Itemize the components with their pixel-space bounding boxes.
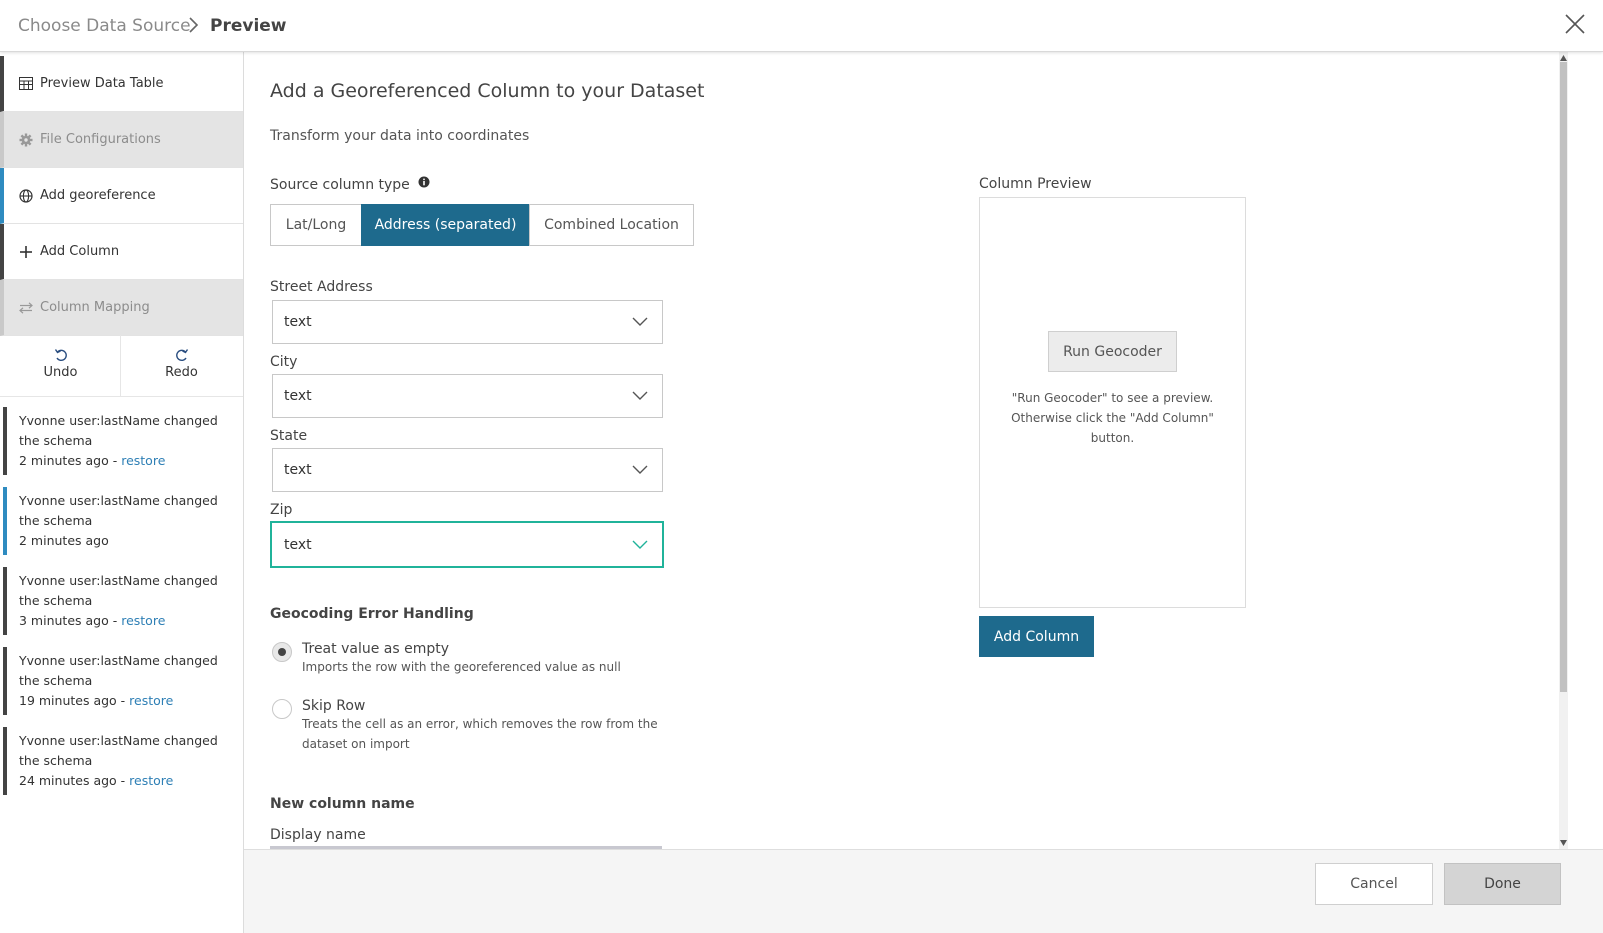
history-item: Yvonne user:lastName changed the schema … — [3, 647, 243, 715]
history-text: Yvonne user:lastName changed the schema — [19, 413, 218, 448]
radio-button[interactable] — [272, 699, 292, 719]
radio-label: Treat value as empty — [302, 641, 449, 657]
source-type-lat-long[interactable]: Lat/Long — [270, 204, 362, 246]
new-column-name-label: New column name — [270, 796, 415, 812]
close-icon[interactable] — [1563, 12, 1587, 36]
undo-icon — [53, 347, 69, 363]
redo-icon — [174, 347, 190, 363]
sidebar-item-column-mapping[interactable]: Column Mapping — [0, 280, 243, 336]
restore-link[interactable]: restore — [121, 453, 165, 468]
sidebar-item-label: Add georeference — [40, 188, 156, 203]
breadcrumb-separator — [188, 14, 200, 39]
source-type-address-separated[interactable]: Address (separated) — [361, 204, 530, 246]
select-value: text — [284, 536, 312, 553]
gear-icon — [18, 132, 34, 148]
history-text: Yvonne user:lastName changed the schema — [19, 493, 218, 528]
history-item: Yvonne user:lastName changed the schema … — [3, 487, 243, 555]
scrollbar-thumb[interactable] — [1560, 62, 1567, 692]
cancel-button[interactable]: Cancel — [1315, 863, 1433, 905]
modal-header: Choose Data Source Preview — [0, 0, 1603, 52]
chevron-down-icon — [632, 465, 648, 474]
history-item: Yvonne user:lastName changed the schema … — [3, 407, 243, 475]
history-time: 3 minutes ago — [19, 613, 109, 628]
source-type-combined-location[interactable]: Combined Location — [529, 204, 694, 246]
restore-link[interactable]: restore — [129, 773, 173, 788]
sidebar-item-preview-data-table[interactable]: Preview Data Table — [0, 56, 243, 112]
scrollbar[interactable] — [1559, 52, 1568, 849]
sidebar-item-label: File Configurations — [40, 132, 161, 147]
zip-select[interactable]: text — [270, 521, 664, 568]
source-column-type-label: Source column type — [270, 176, 430, 193]
breadcrumb-choose-data-source[interactable]: Choose Data Source — [18, 16, 191, 36]
change-history: Yvonne user:lastName changed the schema … — [0, 407, 243, 807]
radio-label: Skip Row — [302, 698, 366, 714]
done-button[interactable]: Done — [1444, 863, 1561, 905]
radio-skip-row[interactable]: Skip Row Treats the cell as an error, wh… — [272, 698, 662, 754]
swap-icon — [18, 300, 34, 316]
history-time: 2 minutes ago — [19, 453, 109, 468]
zip-label: Zip — [270, 502, 293, 518]
chevron-down-icon — [632, 317, 648, 326]
city-select[interactable]: text — [272, 374, 663, 418]
breadcrumb-preview: Preview — [210, 16, 287, 36]
source-type-selector: Lat/Long Address (separated) Combined Lo… — [270, 204, 694, 246]
column-preview-box: Run Geocoder "Run Geocoder" to see a pre… — [979, 197, 1246, 608]
scroll-up-arrow-icon[interactable] — [1560, 54, 1567, 62]
select-value: text — [284, 314, 312, 330]
sidebar-item-add-georeference[interactable]: Add georeference — [0, 168, 243, 224]
redo-button[interactable]: Redo — [121, 335, 242, 397]
globe-icon — [18, 188, 34, 204]
history-time: 19 minutes ago — [19, 693, 117, 708]
restore-link[interactable]: restore — [121, 613, 165, 628]
history-text: Yvonne user:lastName changed the schema — [19, 733, 218, 768]
add-column-button[interactable]: Add Column — [979, 616, 1094, 657]
display-name-label: Display name — [270, 827, 366, 843]
main-panel: Add a Georeferenced Column to your Datas… — [244, 52, 1559, 849]
info-icon[interactable] — [418, 176, 430, 192]
state-select[interactable]: text — [272, 448, 663, 492]
sidebar: Preview Data Table File Configurations A… — [0, 52, 244, 933]
history-text: Yvonne user:lastName changed the schema — [19, 573, 218, 608]
select-value: text — [284, 388, 312, 404]
sidebar-item-label: Preview Data Table — [40, 76, 164, 91]
undo-button[interactable]: Undo — [0, 335, 121, 397]
source-type-label-text: Source column type — [270, 177, 410, 193]
chevron-down-icon — [632, 540, 648, 549]
restore-link[interactable]: restore — [129, 693, 173, 708]
history-time: 24 minutes ago — [19, 773, 117, 788]
select-value: text — [284, 462, 312, 478]
column-preview-label: Column Preview — [979, 176, 1092, 192]
run-geocoder-button[interactable]: Run Geocoder — [1048, 331, 1177, 372]
history-item: Yvonne user:lastName changed the schema … — [3, 727, 243, 795]
table-icon — [18, 76, 34, 92]
page-title: Add a Georeferenced Column to your Datas… — [270, 80, 705, 102]
modal-footer: Cancel Done — [244, 849, 1603, 933]
redo-label: Redo — [165, 365, 198, 380]
state-label: State — [270, 428, 308, 444]
geocoder-help-text: "Run Geocoder" to see a preview. Otherwi… — [1011, 391, 1214, 445]
sidebar-item-add-column[interactable]: Add Column — [0, 224, 243, 280]
sidebar-item-label: Column Mapping — [40, 300, 150, 315]
city-label: City — [270, 354, 298, 370]
radio-help-text: Treats the cell as an error, which remov… — [302, 717, 658, 751]
history-time: 2 minutes ago — [19, 533, 109, 548]
scroll-down-arrow-icon[interactable] — [1560, 839, 1567, 847]
undo-redo-bar: Undo Redo — [0, 335, 243, 397]
street-address-label: Street Address — [270, 279, 373, 295]
street-address-select[interactable]: text — [272, 300, 663, 344]
sidebar-item-label: Add Column — [40, 244, 120, 259]
radio-treat-as-empty[interactable]: Treat value as empty Imports the row wit… — [272, 641, 662, 677]
chevron-down-icon — [632, 391, 648, 400]
history-text: Yvonne user:lastName changed the schema — [19, 653, 218, 688]
radio-help-text: Imports the row with the georeferenced v… — [302, 660, 621, 674]
plus-icon — [18, 244, 34, 260]
error-handling-label: Geocoding Error Handling — [270, 606, 474, 622]
history-item: Yvonne user:lastName changed the schema … — [3, 567, 243, 635]
sidebar-item-file-configurations[interactable]: File Configurations — [0, 112, 243, 168]
page-subtitle: Transform your data into coordinates — [270, 128, 530, 144]
undo-label: Undo — [43, 365, 78, 380]
radio-button[interactable] — [272, 642, 292, 662]
